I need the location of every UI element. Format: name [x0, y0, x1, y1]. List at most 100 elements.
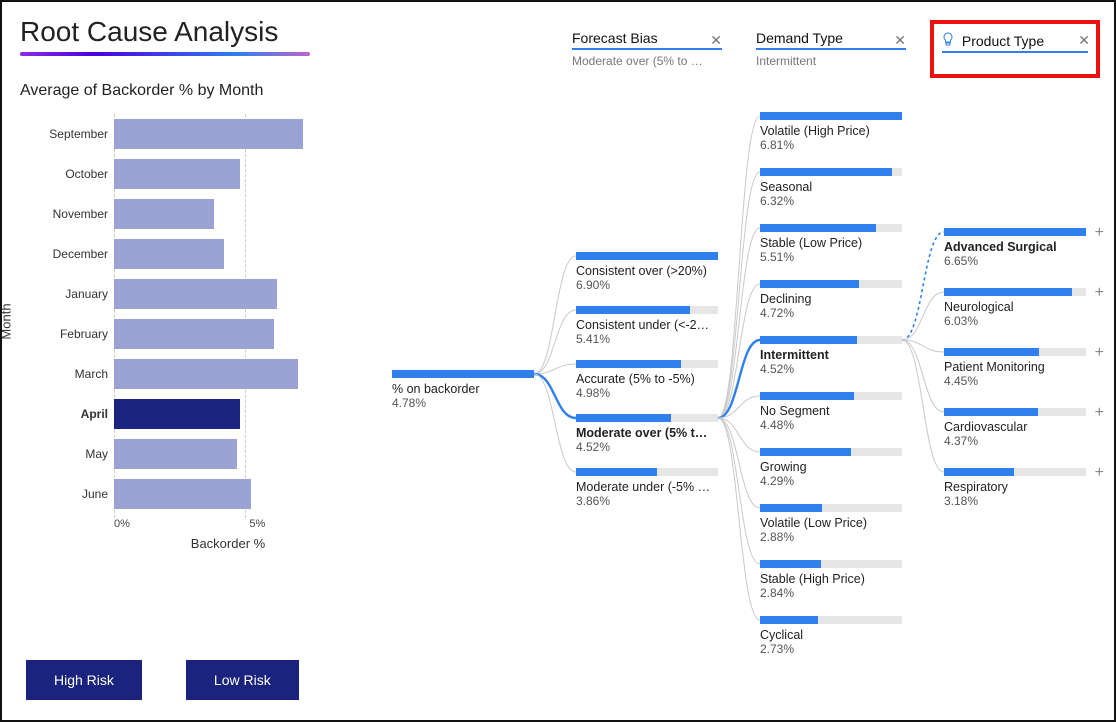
bar-category-label: September [18, 127, 108, 141]
bar[interactable] [114, 399, 240, 429]
node-value: 5.51% [760, 250, 902, 264]
tree-node[interactable]: Stable (High Price)2.84% [760, 560, 902, 600]
node-bar-fill [576, 414, 671, 422]
bar[interactable] [114, 199, 214, 229]
node-bar-fill [944, 288, 1072, 296]
node-bar-bg [760, 224, 902, 232]
low-risk-button[interactable]: Low Risk [186, 660, 299, 700]
bar[interactable] [114, 159, 240, 189]
node-bar-bg [760, 336, 902, 344]
expand-icon[interactable]: + [1095, 284, 1104, 302]
node-label: Consistent under (<-2… [576, 318, 718, 332]
decomposition-tree[interactable]: % on backorder4.78% Consistent over (>20%… [392, 102, 1104, 714]
node-bar-fill [760, 560, 821, 568]
bar[interactable] [114, 319, 274, 349]
tree-node[interactable]: Neurological6.03%+ [944, 288, 1086, 328]
node-bar-bg [760, 504, 902, 512]
node-bar-bg [760, 560, 902, 568]
close-icon[interactable]: ✕ [710, 32, 722, 49]
node-bar-fill [760, 504, 822, 512]
bar-row[interactable]: February [114, 314, 342, 354]
expand-icon[interactable]: + [1095, 224, 1104, 242]
tree-node[interactable]: Volatile (Low Price)2.88% [760, 504, 902, 544]
node-value: 4.48% [760, 418, 902, 432]
tree-node[interactable]: Growing4.29% [760, 448, 902, 488]
close-icon[interactable]: ✕ [1078, 32, 1090, 49]
tree-node[interactable]: Seasonal6.32% [760, 168, 902, 208]
node-bar-fill [392, 370, 534, 378]
bar-row[interactable]: September [114, 114, 342, 154]
filter-label: Demand Type [756, 30, 843, 46]
bar-row[interactable]: November [114, 194, 342, 234]
high-risk-button[interactable]: High Risk [26, 660, 142, 700]
tree-node[interactable]: No Segment4.48% [760, 392, 902, 432]
node-bar-bg [576, 360, 718, 368]
bar-row[interactable]: June [114, 474, 342, 514]
node-value: 5.41% [576, 332, 718, 346]
bar[interactable] [114, 439, 237, 469]
node-value: 3.86% [576, 494, 718, 508]
bar-row[interactable]: April [114, 394, 342, 434]
tree-node[interactable]: Patient Monitoring4.45%+ [944, 348, 1086, 388]
title-underline [20, 52, 310, 56]
bar[interactable] [114, 359, 298, 389]
chart-title: Average of Backorder % by Month [20, 82, 350, 100]
bar[interactable] [114, 279, 277, 309]
node-value: 4.37% [944, 434, 1086, 448]
node-bar-fill [760, 392, 854, 400]
tree-node[interactable]: Moderate under (-5% …3.86% [576, 468, 718, 508]
expand-icon[interactable]: + [1095, 344, 1104, 362]
tree-node[interactable]: Stable (Low Price)5.51% [760, 224, 902, 264]
bar-category-label: June [18, 487, 108, 501]
tree-node[interactable]: Moderate over (5% t…4.52% [576, 414, 718, 454]
x-tick: 0% [114, 518, 130, 530]
tree-node[interactable]: Cyclical2.73% [760, 616, 902, 656]
node-label: Volatile (High Price) [760, 124, 902, 138]
node-bar-fill [576, 252, 718, 260]
node-bar-fill [760, 224, 876, 232]
node-label: Growing [760, 460, 902, 474]
node-value: 4.45% [944, 374, 1086, 388]
node-bar-fill [944, 468, 1014, 476]
node-bar-bg [576, 252, 718, 260]
tree-node[interactable]: Consistent under (<-2…5.41% [576, 306, 718, 346]
tree-node[interactable]: Declining4.72% [760, 280, 902, 320]
bar-category-label: February [18, 327, 108, 341]
filter-demand-type[interactable]: Demand Type ✕ Intermittent [756, 30, 906, 68]
node-bar-bg [944, 408, 1086, 416]
tree-node[interactable]: % on backorder4.78% [392, 370, 534, 410]
filter-forecast-bias[interactable]: Forecast Bias ✕ Moderate over (5% to … [572, 30, 722, 68]
tree-node[interactable]: Consistent over (>20%)6.90% [576, 252, 718, 292]
app-frame: Root Cause Analysis Forecast Bias ✕ Mode… [0, 0, 1116, 722]
bar[interactable] [114, 119, 303, 149]
tree-node[interactable]: Volatile (High Price)6.81% [760, 112, 902, 152]
tree-node[interactable]: Respiratory3.18%+ [944, 468, 1086, 508]
tree-node[interactable]: Cardiovascular4.37%+ [944, 408, 1086, 448]
node-bar-bg [944, 348, 1086, 356]
node-label: Patient Monitoring [944, 360, 1086, 374]
expand-icon[interactable]: + [1095, 464, 1104, 482]
node-label: Respiratory [944, 480, 1086, 494]
bar-row[interactable]: March [114, 354, 342, 394]
node-label: Seasonal [760, 180, 902, 194]
close-icon[interactable]: ✕ [894, 32, 906, 49]
node-label: Moderate over (5% t… [576, 426, 718, 440]
node-bar-fill [576, 306, 690, 314]
bar-chart[interactable]: Month SeptemberOctoberNovemberDecemberJa… [20, 114, 350, 554]
tree-node[interactable]: Accurate (5% to -5%)4.98% [576, 360, 718, 400]
filter-label: Product Type [962, 33, 1044, 49]
expand-icon[interactable]: + [1095, 404, 1104, 422]
bar[interactable] [114, 479, 251, 509]
bar-row[interactable]: December [114, 234, 342, 274]
bar-row[interactable]: May [114, 434, 342, 474]
bar-row[interactable]: October [114, 154, 342, 194]
bar-category-label: October [18, 167, 108, 181]
tree-node[interactable]: Intermittent4.52% [760, 336, 902, 376]
bar[interactable] [114, 239, 224, 269]
bar-chart-section: Average of Backorder % by Month Month Se… [20, 82, 350, 554]
filter-product-type[interactable]: Product Type ✕ [940, 30, 1090, 68]
node-value: 2.88% [760, 530, 902, 544]
bar-row[interactable]: January [114, 274, 342, 314]
node-bar-fill [576, 468, 657, 476]
tree-node[interactable]: Advanced Surgical6.65%+ [944, 228, 1086, 268]
